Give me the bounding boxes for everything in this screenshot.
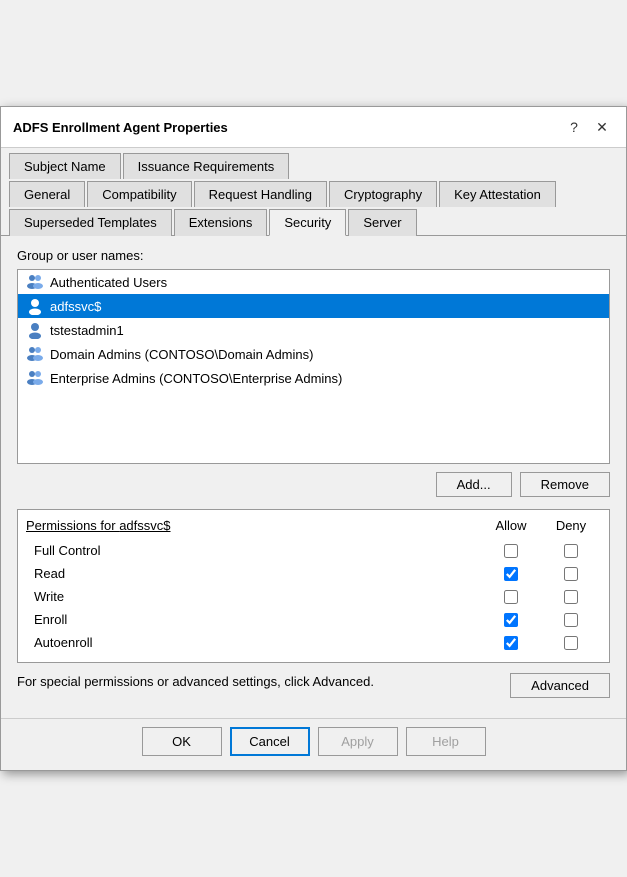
perm-row-full-control: Full Control	[26, 539, 601, 562]
user-name-enterprise-admins: Enterprise Admins (CONTOSO\Enterprise Ad…	[50, 371, 342, 386]
content-area: Group or user names: Authenticated Users…	[1, 235, 626, 718]
group-icon-3	[26, 369, 44, 387]
tab-issuance-requirements[interactable]: Issuance Requirements	[123, 153, 290, 179]
checkbox-allow-enroll[interactable]	[504, 613, 518, 627]
user-icon	[26, 297, 44, 315]
checkbox-deny-autoenroll[interactable]	[564, 636, 578, 650]
advanced-text: For special permissions or advanced sett…	[17, 673, 498, 691]
perm-allow-full-control[interactable]	[481, 544, 541, 558]
user-name-tstestadmin1: tstestadmin1	[50, 323, 124, 338]
perm-row-autoenroll: Autoenroll	[26, 631, 601, 654]
tab-subject-name[interactable]: Subject Name	[9, 153, 121, 179]
checkbox-allow-read[interactable]	[504, 567, 518, 581]
perm-allow-enroll[interactable]	[481, 613, 541, 627]
tabs-row1: Subject Name Issuance Requirements Gener…	[1, 148, 626, 235]
perm-allow-read[interactable]	[481, 567, 541, 581]
tab-superseded-templates[interactable]: Superseded Templates	[9, 209, 172, 236]
perm-row-enroll: Enroll	[26, 608, 601, 631]
checkbox-deny-read[interactable]	[564, 567, 578, 581]
checkbox-allow-full-control[interactable]	[504, 544, 518, 558]
perm-allow-autoenroll[interactable]	[481, 636, 541, 650]
tab-request-handling[interactable]: Request Handling	[194, 181, 327, 207]
perm-name-read: Read	[26, 566, 481, 581]
add-button[interactable]: Add...	[436, 472, 512, 497]
permissions-section: Permissions for adfssvc$ Allow Deny Full…	[17, 509, 610, 663]
perm-name-full-control: Full Control	[26, 543, 481, 558]
perm-deny-autoenroll[interactable]	[541, 636, 601, 650]
perm-name-write: Write	[26, 589, 481, 604]
perm-name-autoenroll: Autoenroll	[26, 635, 481, 650]
user-name-domain-admins: Domain Admins (CONTOSO\Domain Admins)	[50, 347, 313, 362]
dialog-title: ADFS Enrollment Agent Properties	[13, 120, 228, 135]
ok-button[interactable]: OK	[142, 727, 222, 756]
help-button[interactable]: ?	[562, 115, 586, 139]
tab-key-attestation[interactable]: Key Attestation	[439, 181, 556, 207]
user-item-tstestadmin1[interactable]: tstestadmin1	[18, 318, 609, 342]
user-action-buttons: Add... Remove	[17, 472, 610, 497]
users-list[interactable]: Authenticated Users adfssvc$ tstestadmin…	[17, 269, 610, 464]
user-name-authenticated-users: Authenticated Users	[50, 275, 167, 290]
tab-cryptography[interactable]: Cryptography	[329, 181, 437, 207]
checkbox-allow-autoenroll[interactable]	[504, 636, 518, 650]
checkbox-deny-write[interactable]	[564, 590, 578, 604]
perm-row-write: Write	[26, 585, 601, 608]
perm-allow-write[interactable]	[481, 590, 541, 604]
remove-button[interactable]: Remove	[520, 472, 610, 497]
advanced-button[interactable]: Advanced	[510, 673, 610, 698]
title-bar: ADFS Enrollment Agent Properties ? ✕	[1, 107, 626, 148]
user-item-enterprise-admins[interactable]: Enterprise Admins (CONTOSO\Enterprise Ad…	[18, 366, 609, 390]
help-footer-button[interactable]: Help	[406, 727, 486, 756]
group-icon-2	[26, 345, 44, 363]
checkbox-allow-write[interactable]	[504, 590, 518, 604]
perm-deny-write[interactable]	[541, 590, 601, 604]
cancel-button[interactable]: Cancel	[230, 727, 310, 756]
perm-deny-full-control[interactable]	[541, 544, 601, 558]
tab-security[interactable]: Security	[269, 209, 346, 236]
checkbox-deny-enroll[interactable]	[564, 613, 578, 627]
user-name-adfssvc: adfssvc$	[50, 299, 101, 314]
footer-buttons: OK Cancel Apply Help	[1, 718, 626, 770]
group-icon	[26, 273, 44, 291]
permissions-title: Permissions for adfssvc$	[26, 518, 481, 533]
permissions-header: Permissions for adfssvc$ Allow Deny	[26, 518, 601, 533]
user-item-domain-admins[interactable]: Domain Admins (CONTOSO\Domain Admins)	[18, 342, 609, 366]
allow-header: Allow	[481, 518, 541, 533]
checkbox-deny-full-control[interactable]	[564, 544, 578, 558]
user-item-adfssvc[interactable]: adfssvc$	[18, 294, 609, 318]
apply-button[interactable]: Apply	[318, 727, 398, 756]
perm-deny-enroll[interactable]	[541, 613, 601, 627]
advanced-row: For special permissions or advanced sett…	[17, 673, 610, 698]
tab-general[interactable]: General	[9, 181, 85, 207]
close-button[interactable]: ✕	[590, 115, 614, 139]
user-item-authenticated-users[interactable]: Authenticated Users	[18, 270, 609, 294]
users-section-label: Group or user names:	[17, 248, 610, 263]
dialog-window: ADFS Enrollment Agent Properties ? ✕ Sub…	[0, 106, 627, 771]
perm-row-read: Read	[26, 562, 601, 585]
tab-server[interactable]: Server	[348, 209, 416, 236]
tab-extensions[interactable]: Extensions	[174, 209, 268, 236]
user-icon-2	[26, 321, 44, 339]
perm-deny-read[interactable]	[541, 567, 601, 581]
title-bar-controls: ? ✕	[562, 115, 614, 139]
perm-name-enroll: Enroll	[26, 612, 481, 627]
deny-header: Deny	[541, 518, 601, 533]
tab-compatibility[interactable]: Compatibility	[87, 181, 191, 207]
